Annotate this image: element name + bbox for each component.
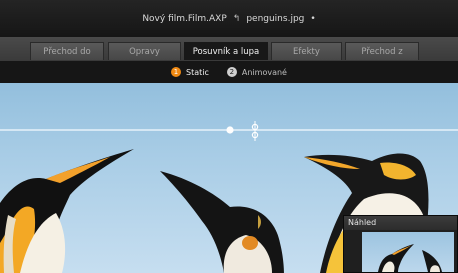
tab-efekty[interactable]: Efekty bbox=[271, 42, 342, 60]
tab-label: Přechod z bbox=[361, 46, 403, 57]
tab-label: Efekty bbox=[293, 46, 320, 57]
mode-bar: 1 Static 2 Animované bbox=[0, 61, 458, 83]
tab-opravy[interactable]: Opravy bbox=[108, 42, 181, 60]
tab-label: Opravy bbox=[129, 46, 160, 57]
mode-static[interactable]: 1 Static bbox=[171, 67, 209, 77]
pan-center-handle[interactable] bbox=[226, 126, 234, 134]
tab-label: Přechod do bbox=[43, 46, 91, 57]
file-name: penguins.jpg bbox=[246, 13, 305, 24]
tab-bar: Přechod do Opravy Posuvník a lupa Efekty… bbox=[0, 37, 458, 61]
modified-indicator: • bbox=[310, 13, 316, 24]
mode-number-badge: 1 bbox=[171, 67, 182, 77]
preview-title: Náhled bbox=[344, 216, 457, 230]
tab-prechod-z[interactable]: Přechod z bbox=[345, 42, 419, 60]
preview-penguins-image bbox=[378, 244, 442, 272]
project-name: Nový film.Film.AXP bbox=[142, 13, 227, 24]
tab-prechod-do[interactable]: Přechod do bbox=[30, 42, 104, 60]
preview-panel: Náhled bbox=[343, 215, 458, 273]
tab-posuvnik-a-lupa[interactable]: Posuvník a lupa bbox=[184, 42, 268, 60]
mode-label: Static bbox=[186, 67, 209, 77]
mode-number-badge: 2 bbox=[226, 67, 237, 77]
editor-window: Nový film.Film.AXP ↰ penguins.jpg • Přec… bbox=[0, 0, 458, 273]
mode-label: Animované bbox=[241, 67, 287, 77]
zoom-handle-icon[interactable] bbox=[251, 121, 259, 141]
tab-label: Posuvník a lupa bbox=[192, 46, 260, 57]
preview-thumbnail bbox=[362, 232, 454, 272]
linked-arrow-icon: ↰ bbox=[232, 13, 241, 24]
title-bar: Nový film.Film.AXP ↰ penguins.jpg • bbox=[0, 0, 458, 37]
mode-animated[interactable]: 2 Animované bbox=[226, 67, 287, 77]
